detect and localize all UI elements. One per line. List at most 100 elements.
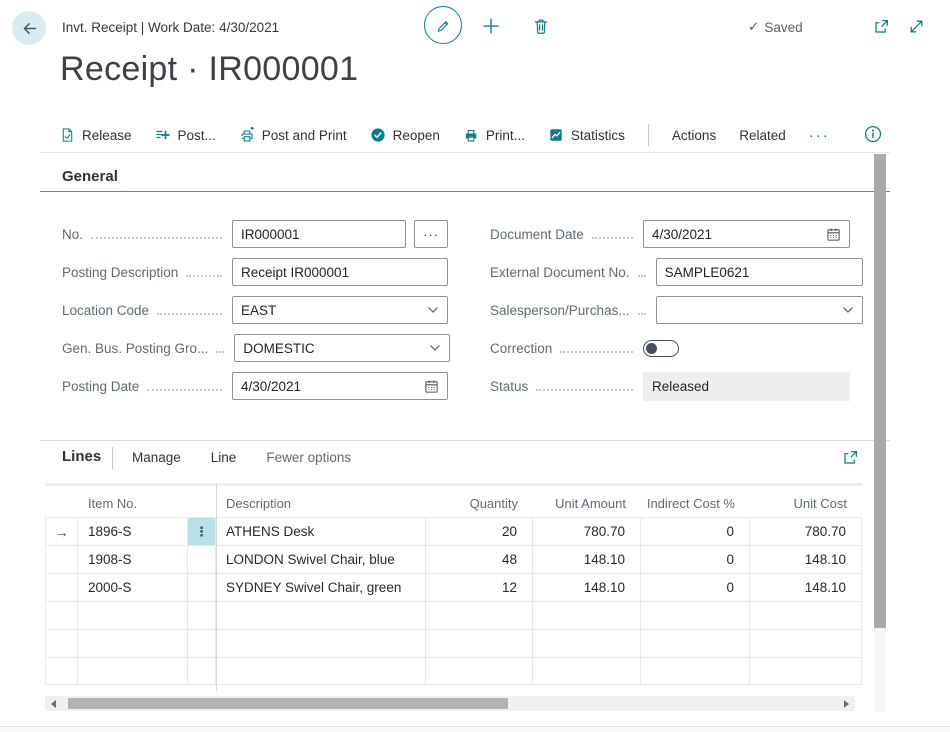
general-heading-rule [40,191,890,192]
lines-expand-button[interactable] [840,447,860,467]
cell-quantity[interactable]: 48 [426,546,533,573]
back-button[interactable] [12,11,46,45]
cell-unit-cost[interactable]: 148.10 [750,546,862,573]
related-menu[interactable]: Related [739,128,786,143]
no-input[interactable]: IR000001 [232,220,406,248]
general-fields-right: Document Date 4/30/2021 External Documen… [490,220,850,410]
cell-indirect-cost[interactable]: 0 [641,574,750,601]
cell-unit-cost[interactable]: 780.70 [750,518,862,545]
vertical-scrollbar-thumb[interactable] [874,154,886,628]
post-label: Post... [178,128,216,143]
cell-item-no[interactable]: 1896-S [78,518,188,545]
calendar-icon [826,227,841,242]
cell-item-no[interactable]: 2000-S [78,574,188,601]
back-arrow-icon [21,20,38,37]
col-header-unit-amount[interactable]: Unit Amount [533,496,641,511]
scroll-right-arrow[interactable] [844,700,849,708]
cell-indirect-cost[interactable]: 0 [641,518,750,545]
vertical-scrollbar[interactable] [874,154,886,712]
chevron-down-icon [842,306,854,314]
cell-unit-amount[interactable]: 148.10 [533,546,641,573]
new-record-button[interactable] [478,13,504,39]
external-document-no-input[interactable]: SAMPLE0621 [656,258,863,286]
scroll-left-arrow[interactable] [51,700,56,708]
release-document-icon [60,127,75,143]
release-button[interactable]: Release [60,127,132,143]
line-menu[interactable]: Line [211,450,237,465]
statistics-button[interactable]: Statistics [548,127,625,143]
table-row[interactable]: 1908-S LONDON Swivel Chair, blue 48 148.… [45,545,862,573]
col-header-indirect-cost[interactable]: Indirect Cost % [641,496,750,511]
status-label: Status [490,379,528,394]
lines-section-heading[interactable]: Lines [62,448,101,465]
table-row-empty[interactable] [45,657,862,685]
plus-icon [481,16,501,36]
save-status: ✓ Saved [748,19,803,35]
edit-button[interactable] [424,6,462,44]
col-header-description[interactable]: Description [216,496,426,511]
status-value: Released [643,372,850,401]
toolbar-divider [648,124,649,146]
location-code-dropdown[interactable]: EAST [232,296,448,324]
horizontal-scrollbar[interactable] [45,696,855,711]
col-header-unit-cost[interactable]: Unit Cost [750,496,862,511]
table-header-row: Item No. Description Quantity Unit Amoun… [45,486,862,517]
lines-table: Item No. Description Quantity Unit Amoun… [45,483,862,685]
cell-unit-amount[interactable]: 148.10 [533,574,641,601]
statistics-icon [548,127,564,143]
horizontal-scrollbar-thumb[interactable] [68,698,508,709]
post-and-print-icon [239,127,255,143]
col-header-quantity[interactable]: Quantity [426,496,533,511]
no-assist-button[interactable]: ··· [414,220,448,248]
cell-item-no[interactable]: 1908-S [78,546,188,573]
general-section-heading[interactable]: General [62,168,118,185]
correction-toggle[interactable] [643,340,679,357]
cell-description[interactable]: ATHENS Desk [216,518,426,545]
field-row-correction: Correction [490,334,850,362]
fewer-options-button[interactable]: Fewer options [266,450,351,465]
table-row-empty[interactable] [45,629,862,657]
posting-description-input[interactable]: Receipt IR000001 [232,258,448,286]
field-row-salesperson: Salesperson/Purchas... [490,296,850,324]
cell-unit-amount[interactable]: 780.70 [533,518,641,545]
delete-button[interactable] [528,13,554,39]
cell-quantity[interactable]: 12 [426,574,533,601]
gen-bus-posting-group-dropdown[interactable]: DOMESTIC [234,334,450,362]
more-options-button[interactable]: ··· [809,127,830,144]
print-button[interactable]: Print... [463,127,525,143]
info-pane-button[interactable] [862,123,884,145]
salesperson-dropdown[interactable] [656,296,863,324]
manage-menu[interactable]: Manage [132,450,181,465]
calendar-icon [424,379,439,394]
post-and-print-label: Post and Print [262,128,347,143]
reopen-button[interactable]: Reopen [370,127,440,143]
post-icon [155,127,171,143]
lines-heading-divider [112,447,113,469]
field-row-external-document-no: External Document No. SAMPLE0621 [490,258,850,286]
table-row[interactable]: 2000-S SYDNEY Swivel Chair, green 12 148… [45,573,862,601]
pencil-icon [435,17,451,33]
document-date-input[interactable]: 4/30/2021 [643,220,850,248]
cell-unit-cost[interactable]: 148.10 [750,574,862,601]
cell-description[interactable]: LONDON Swivel Chair, blue [216,546,426,573]
fullscreen-expand-button[interactable] [905,15,927,37]
external-document-no-label: External Document No. [490,265,630,280]
table-row[interactable]: → 1896-S ⋮ ATHENS Desk 20 780.70 0 780.7… [45,517,862,545]
col-header-item-no[interactable]: Item No. [78,496,188,511]
posting-date-input[interactable]: 4/30/2021 [232,372,448,400]
cell-indirect-cost[interactable]: 0 [641,546,750,573]
post-and-print-button[interactable]: Post and Print [239,127,347,143]
chevron-down-icon [429,344,441,352]
cell-quantity[interactable]: 20 [426,518,533,545]
cell-description[interactable]: SYDNEY Swivel Chair, green [216,574,426,601]
table-row-empty[interactable] [45,601,862,629]
correction-label: Correction [490,341,552,356]
diagonal-expand-icon [908,18,925,35]
post-button[interactable]: Post... [155,127,216,143]
row-options-button[interactable]: ⋮ [188,518,215,545]
actions-menu[interactable]: Actions [672,128,716,143]
action-toolbar: Release Post... Post and Print Reopen Pr… [60,121,830,149]
no-label: No. [62,227,83,242]
open-in-new-window-button[interactable] [870,15,892,37]
dotted-leader [216,337,224,353]
